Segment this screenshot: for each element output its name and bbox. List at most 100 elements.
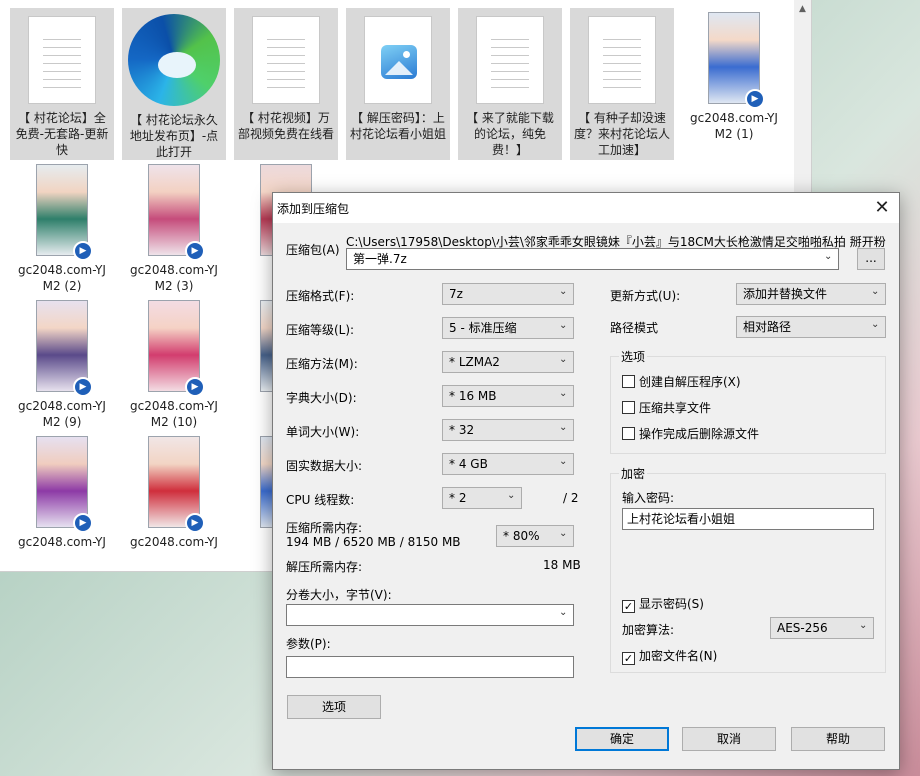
file-item-label: 【 来了就能下载的论坛，纯免费！】 (466, 111, 554, 157)
chevron-down-icon: ⌄ (559, 456, 568, 467)
video-thumbnail: ▶ (36, 164, 93, 261)
checkbox-box (622, 401, 635, 414)
file-item[interactable]: 【 村花视频】万部视频免费在线看 (234, 8, 338, 160)
method-select[interactable]: * LZMA2 ⌄ (442, 351, 574, 373)
video-play-badge-icon: ▶ (185, 241, 205, 261)
parameters-input[interactable] (286, 656, 574, 678)
file-item[interactable]: ▶ gc2048.com-YJM2 (1) (682, 8, 786, 142)
video-play-badge-icon: ▶ (73, 241, 93, 261)
encrypt-names-checkbox[interactable]: ✓ 加密文件名(N) (622, 647, 717, 665)
chevron-down-icon: ⌄ (559, 422, 568, 433)
method-label: 压缩方法(M): (286, 357, 358, 371)
encryption-method-select[interactable]: AES-256 ⌄ (770, 617, 874, 639)
file-item[interactable]: ▶ gc2048.com-YJM2 (3) (122, 160, 226, 294)
encryption-method-label: 加密算法: (622, 623, 675, 637)
parameters-label: 参数(P): (286, 637, 331, 651)
help-button[interactable]: 帮助 (791, 727, 885, 751)
delete-source-checkbox[interactable]: 操作完成后删除源文件 (622, 425, 759, 442)
video-thumbnail: ▶ (36, 300, 93, 397)
file-item[interactable]: ▶ gc2048.com-YJM2 (10) (122, 296, 226, 430)
compress-memory-label: 压缩所需内存: (286, 521, 363, 535)
file-item[interactable]: ▶ gc2048.com-YJM2 (2) (10, 160, 114, 294)
file-item[interactable]: 【 有种子却没速度？来村花论坛人工加速】 (570, 8, 674, 160)
level-select[interactable]: 5 - 标准压缩 ⌄ (442, 317, 574, 339)
path-mode-select[interactable]: 相对路径 ⌄ (736, 316, 886, 338)
options-group-title: 选项 (619, 348, 648, 365)
chevron-down-icon: ⌄ (507, 490, 516, 501)
file-item[interactable]: ▶ gc2048.com-YJ (10, 432, 114, 550)
archive-name-value: 第一弹.7z (353, 252, 407, 266)
text-document-icon (588, 16, 656, 104)
cpu-threads-label: CPU 线程数: (286, 493, 355, 507)
dictionary-select[interactable]: * 16 MB ⌄ (442, 385, 574, 407)
chevron-down-icon: ⌄ (559, 388, 568, 399)
chevron-down-icon: ⌄ (559, 607, 568, 618)
format-select[interactable]: 7z ⌄ (442, 283, 574, 305)
file-item-label: 【 解压密码】：上村花论坛看小姐姐 (349, 111, 446, 141)
ok-button[interactable]: 确定 (575, 727, 669, 751)
dictionary-value: * 16 MB (449, 389, 497, 403)
split-volume-combo[interactable]: ⌄ (286, 604, 574, 626)
create-sfx-label: 创建自解压程序(X) (639, 375, 741, 389)
chevron-down-icon: ⌄ (871, 286, 880, 297)
checkbox-box (622, 427, 635, 440)
file-item[interactable]: ▶ gc2048.com-YJM2 (9) (10, 296, 114, 430)
cpu-threads-value: * 2 (449, 491, 467, 505)
file-item[interactable]: 【 来了就能下载的论坛，纯免费！】 (458, 8, 562, 160)
format-value: 7z (449, 287, 463, 301)
video-thumbnail: ▶ (148, 164, 205, 261)
file-item-label: 【 村花论坛】全免费-无套路-更新快 (15, 111, 109, 157)
split-volume-label: 分卷大小，字节(V): (286, 588, 392, 602)
memory-percent-value: * 80% (503, 529, 540, 543)
create-sfx-checkbox[interactable]: 创建自解压程序(X) (622, 373, 741, 390)
file-item[interactable]: 【 村花论坛】全免费-无套路-更新快 (10, 8, 114, 160)
dialog-title: 添加到压缩包 (277, 202, 350, 216)
password-input[interactable]: 上村花论坛看小姐姐 (622, 508, 874, 530)
compress-shared-checkbox[interactable]: 压缩共享文件 (622, 399, 711, 416)
video-play-badge-icon: ▶ (73, 377, 93, 397)
options-button[interactable]: 选项 (287, 695, 381, 719)
video-thumbnail: ▶ (148, 300, 205, 397)
image-file-icon (364, 16, 432, 104)
format-label: 压缩格式(F): (286, 289, 355, 303)
video-thumbnail: ▶ (148, 436, 205, 533)
encryption-group-title: 加密 (619, 465, 648, 482)
update-mode-value: 添加并替换文件 (743, 287, 828, 301)
file-item-label: gc2048.com-YJ (18, 535, 106, 549)
update-mode-select[interactable]: 添加并替换文件 ⌄ (736, 283, 886, 305)
file-item-label: 【 村花论坛永久地址发布页】-点此打开 (129, 113, 219, 159)
close-icon[interactable]: ✕ (869, 195, 895, 221)
edge-browser-icon (128, 14, 220, 106)
password-label: 输入密码: (622, 491, 675, 505)
decompress-memory-label: 解压所需内存: (286, 560, 363, 574)
file-item-label: gc2048.com-YJM2 (9) (18, 399, 106, 429)
update-mode-label: 更新方式(U): (610, 289, 681, 303)
chevron-down-icon: ⌄ (559, 286, 568, 297)
memory-percent-select[interactable]: * 80% ⌄ (496, 525, 574, 547)
archive-name-combo[interactable]: 第一弹.7z ⌄ (346, 248, 839, 270)
file-item[interactable]: ▶ gc2048.com-YJ (122, 432, 226, 550)
word-size-select[interactable]: * 32 ⌄ (442, 419, 574, 441)
word-size-label: 单词大小(W): (286, 425, 360, 439)
video-play-badge-icon: ▶ (185, 377, 205, 397)
cancel-button[interactable]: 取消 (682, 727, 776, 751)
path-mode-label: 路径模式 (610, 321, 659, 335)
cpu-threads-total: / 2 (563, 491, 579, 505)
show-password-checkbox[interactable]: ✓ 显示密码(S) (622, 595, 704, 613)
decompress-memory-value: 18 MB (543, 558, 581, 572)
checkmark-icon: ✓ (622, 600, 635, 613)
file-item[interactable]: 【 解压密码】：上村花论坛看小姐姐 (346, 8, 450, 160)
word-size-value: * 32 (449, 423, 475, 437)
browse-button[interactable]: ... (857, 248, 885, 270)
solid-block-select[interactable]: * 4 GB ⌄ (442, 453, 574, 475)
checkmark-icon: ✓ (622, 652, 635, 665)
file-item-label: 【 村花视频】万部视频免费在线看 (237, 111, 334, 141)
encryption-method-value: AES-256 (777, 621, 828, 635)
video-play-badge-icon: ▶ (745, 89, 765, 109)
scroll-up-arrow-icon[interactable]: ▲ (797, 2, 808, 16)
text-document-icon (476, 16, 544, 104)
video-thumbnail: ▶ (36, 436, 93, 533)
cpu-threads-select[interactable]: * 2 ⌄ (442, 487, 522, 509)
level-label: 压缩等级(L): (286, 323, 355, 337)
file-item[interactable]: 【 村花论坛永久地址发布页】-点此打开 (122, 8, 226, 160)
